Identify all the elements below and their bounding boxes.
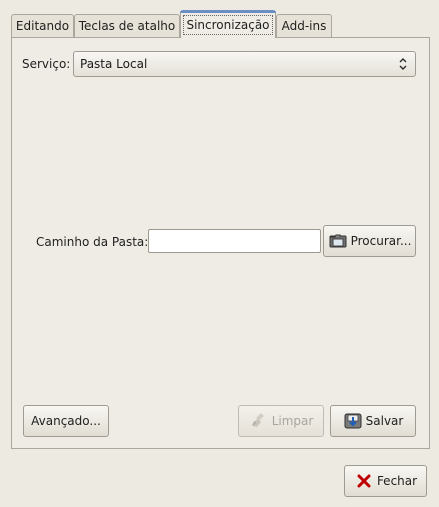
close-icon	[357, 474, 371, 488]
tab-label: Add-ins	[281, 19, 327, 33]
browse-button[interactable]: Procurar...	[323, 225, 416, 257]
service-select[interactable]: Pasta Local	[73, 51, 416, 77]
advanced-label: Avançado...	[31, 414, 101, 428]
tab-label: Teclas de atalho	[78, 19, 176, 33]
folder-path-input[interactable]	[148, 229, 321, 253]
preferences-tabs: Editando Teclas de atalho Sincronização …	[11, 10, 431, 38]
tab-label: Editando	[15, 19, 70, 33]
folder-icon	[329, 234, 347, 248]
clear-button[interactable]: Limpar	[238, 405, 324, 437]
tab-teclas-de-atalho[interactable]: Teclas de atalho	[74, 14, 180, 37]
save-button[interactable]: Salvar	[330, 405, 416, 437]
clear-label: Limpar	[271, 414, 314, 428]
folder-path-label: Caminho da Pasta:	[36, 235, 149, 249]
close-button[interactable]: Fechar	[344, 465, 427, 497]
tab-sincronizacao[interactable]: Sincronização	[180, 10, 276, 38]
broom-icon	[251, 413, 264, 427]
service-label: Serviço:	[22, 57, 71, 71]
save-label: Salvar	[365, 414, 404, 428]
combo-arrows-icon	[399, 58, 407, 70]
close-label: Fechar	[376, 474, 418, 488]
save-icon	[344, 413, 362, 429]
tab-add-ins[interactable]: Add-ins	[276, 14, 332, 37]
advanced-button[interactable]: Avançado...	[23, 405, 109, 437]
service-value: Pasta Local	[80, 57, 148, 71]
tab-editando[interactable]: Editando	[11, 14, 74, 37]
browse-label: Procurar...	[350, 234, 412, 248]
tab-label: Sincronização	[183, 15, 273, 35]
